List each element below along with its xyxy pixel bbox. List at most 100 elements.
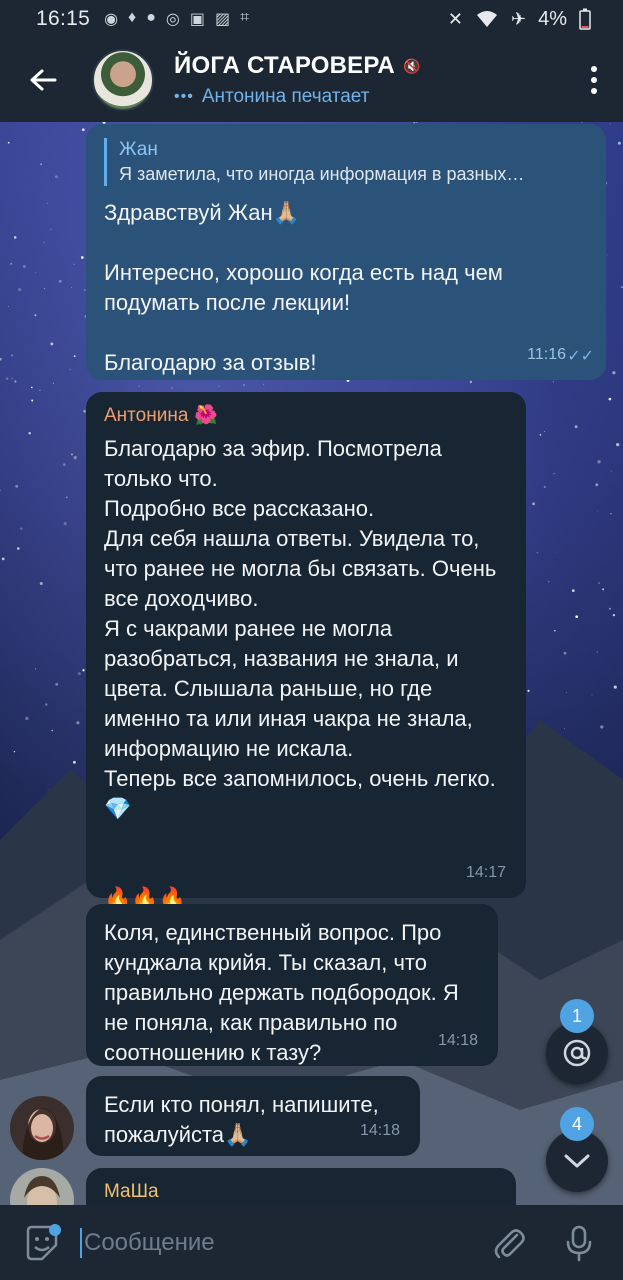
at-sign-icon	[563, 1039, 591, 1067]
sender-name[interactable]: Антонина 🌺	[104, 404, 508, 428]
star	[35, 272, 37, 274]
text-cursor	[80, 1227, 82, 1258]
chat-avatar[interactable]	[92, 49, 154, 111]
star	[7, 141, 10, 144]
chat-title-area[interactable]: ЙОГА СТАРОВЕРА 🔇 ••• Антонина печатает	[174, 52, 421, 108]
star	[72, 760, 76, 764]
star	[1, 557, 5, 561]
star	[539, 433, 542, 436]
microphone-icon	[566, 1225, 592, 1261]
unread-count-badge: 4	[560, 1107, 594, 1141]
message-time: 14:18	[359, 1122, 400, 1139]
star	[31, 399, 34, 402]
star	[47, 789, 49, 791]
star	[28, 432, 31, 435]
menu-dot	[591, 66, 597, 72]
star	[5, 377, 9, 380]
star	[55, 683, 59, 686]
star	[263, 383, 265, 385]
star	[469, 380, 473, 384]
avatar-photo	[10, 1096, 74, 1160]
star	[39, 581, 43, 586]
star	[34, 314, 37, 317]
message-time: 14:17	[465, 864, 506, 881]
star	[55, 175, 58, 179]
muted-icon: 🔇	[402, 57, 421, 74]
attach-button[interactable]	[489, 1223, 529, 1263]
star	[14, 380, 17, 383]
star	[138, 385, 140, 387]
mentions-count-badge: 1	[560, 999, 594, 1033]
message-bubble-outgoing[interactable]: Жан Я заметила, что иногда информация в …	[86, 124, 606, 380]
translate-icon: ▣	[189, 11, 205, 28]
star	[0, 357, 2, 361]
facebook-icon: ●	[146, 9, 156, 26]
hibiscus-emoji: 🌺	[194, 405, 219, 426]
message-time: 11:16	[527, 346, 566, 363]
star	[40, 163, 42, 166]
chevron-down-icon	[564, 1154, 590, 1168]
microphone-button[interactable]	[559, 1223, 599, 1263]
star	[552, 381, 555, 383]
star	[76, 721, 80, 725]
star	[46, 202, 49, 204]
star	[45, 703, 48, 706]
star	[50, 342, 54, 346]
sender-avatar[interactable]	[10, 1096, 74, 1160]
message-bubble-incoming[interactable]: Если кто понял, напишите, пожалуйста🙏🏼 1…	[86, 1076, 420, 1156]
star	[554, 629, 556, 632]
star	[595, 483, 599, 487]
star	[532, 502, 536, 506]
star	[613, 685, 617, 689]
star	[610, 512, 612, 515]
star	[82, 669, 85, 672]
gallery-icon: ▨	[214, 11, 231, 28]
wifi-icon	[477, 11, 497, 27]
more-menu-button[interactable]	[591, 66, 597, 94]
star	[15, 484, 19, 488]
star	[575, 615, 579, 619]
typing-dots-icon: •••	[174, 88, 194, 105]
star	[608, 397, 612, 401]
back-arrow-icon	[30, 69, 57, 91]
star	[596, 651, 598, 653]
star	[600, 725, 604, 729]
message-bubble-incoming[interactable]: Коля, единственный вопрос. Про кунджала …	[86, 904, 498, 1066]
star	[617, 141, 621, 145]
star	[10, 354, 14, 357]
message-input[interactable]: Сообщение	[80, 1227, 489, 1258]
star	[71, 286, 73, 288]
star	[73, 455, 77, 460]
star	[598, 582, 600, 584]
star	[565, 692, 567, 693]
star	[243, 384, 245, 386]
battery-percent: 4%	[538, 7, 567, 30]
sticker-button[interactable]	[22, 1223, 62, 1263]
star	[609, 123, 611, 125]
menu-dot	[591, 88, 597, 94]
star	[543, 485, 546, 489]
star	[564, 728, 565, 729]
typing-text: Антонина печатает	[201, 86, 370, 107]
star	[597, 460, 601, 464]
star	[591, 694, 593, 696]
star	[51, 729, 53, 732]
star	[553, 472, 556, 475]
star	[11, 377, 13, 379]
star	[616, 442, 620, 447]
message-bubble-incoming[interactable]: Антонина 🌺 Благодарю за эфир. Посмотрела…	[86, 392, 526, 911]
mute-status-icon: ✕	[447, 8, 463, 29]
star	[39, 389, 41, 391]
message-text: Коля, единственный вопрос. Про кунджала …	[104, 920, 459, 1065]
sender-name[interactable]: МаШа	[104, 1180, 498, 1204]
star	[612, 371, 616, 375]
star	[536, 552, 538, 554]
star	[13, 750, 16, 753]
back-button[interactable]	[8, 38, 78, 122]
chat-title-text: ЙОГА СТАРОВЕРА	[174, 52, 395, 79]
star	[556, 551, 558, 553]
star	[609, 607, 611, 610]
star	[52, 382, 54, 384]
reply-preview[interactable]: Жан Я заметила, что иногда информация в …	[104, 138, 588, 186]
paperclip-icon	[494, 1228, 525, 1258]
